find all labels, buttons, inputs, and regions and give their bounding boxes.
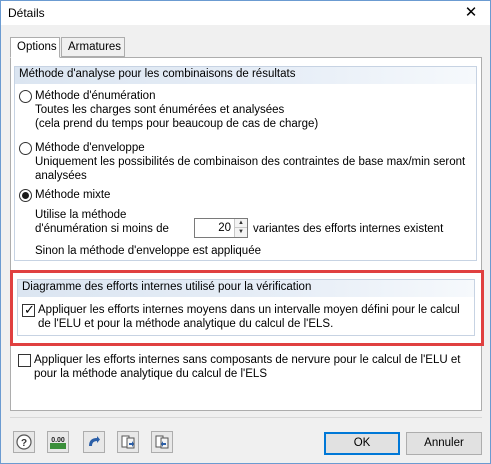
import-icon[interactable] xyxy=(117,431,139,453)
enumeration-desc-2: (cela prend du temps pour beaucoup de ca… xyxy=(35,118,319,130)
without-rib-checkbox[interactable] xyxy=(18,354,31,367)
tab-armatures[interactable]: Armatures xyxy=(61,37,125,57)
mixed-line-2: d'énumération si moins de xyxy=(35,223,169,235)
mixed-radio[interactable] xyxy=(19,189,32,202)
help-icon[interactable]: ? xyxy=(13,431,35,453)
spin-up-icon[interactable]: ▲ xyxy=(235,219,247,228)
spin-down-icon[interactable]: ▼ xyxy=(235,228,247,237)
without-rib-line-1[interactable]: Appliquer les efforts internes sans comp… xyxy=(34,353,460,367)
highlight-frame xyxy=(10,270,484,346)
details-dialog: Détails ✕ Options Armatures Méthode d'an… xyxy=(0,0,491,464)
export-icon[interactable] xyxy=(151,431,173,453)
window-title: Détails xyxy=(8,6,45,20)
reset-icon[interactable] xyxy=(83,431,105,453)
envelope-desc-2: analysées xyxy=(35,170,87,182)
mixed-suffix: variantes des efforts internes existent xyxy=(253,223,444,235)
footer-divider xyxy=(10,417,482,418)
enumeration-desc-1: Toutes les charges sont énumérées et ana… xyxy=(35,104,285,116)
enumeration-threshold-spinner[interactable]: 20 ▲ ▼ xyxy=(194,218,248,238)
close-icon[interactable]: ✕ xyxy=(458,3,484,23)
without-rib-line-2[interactable]: pour la méthode analytique du calcul de … xyxy=(34,367,267,381)
envelope-radio[interactable] xyxy=(19,142,32,155)
ok-button[interactable]: OK xyxy=(324,432,400,455)
enumeration-label[interactable]: Méthode d'énumération xyxy=(35,89,155,103)
svg-text:?: ? xyxy=(21,438,27,449)
threshold-value: 20 xyxy=(218,222,231,234)
title-bar: Détails ✕ xyxy=(1,1,490,25)
options-panel: Méthode d'analyse pour les combinaisons … xyxy=(10,57,484,411)
units-icon[interactable]: 0.00 xyxy=(47,431,69,453)
tab-options[interactable]: Options xyxy=(10,37,60,58)
envelope-desc-1: Uniquement les possibilités de combinais… xyxy=(35,156,466,168)
analysis-method-header: Méthode d'analyse pour les combinaisons … xyxy=(15,67,476,84)
units-text: 0.00 xyxy=(51,437,65,444)
mixed-line-1: Utilise la méthode xyxy=(35,209,127,221)
cancel-button[interactable]: Annuler xyxy=(406,432,482,455)
mixed-note: Sinon la méthode d'enveloppe est appliqu… xyxy=(35,245,261,257)
mixed-label[interactable]: Méthode mixte xyxy=(35,188,110,202)
enumeration-radio[interactable] xyxy=(19,90,32,103)
envelope-label[interactable]: Méthode d'enveloppe xyxy=(35,141,145,155)
analysis-method-group: Méthode d'analyse pour les combinaisons … xyxy=(14,66,477,261)
